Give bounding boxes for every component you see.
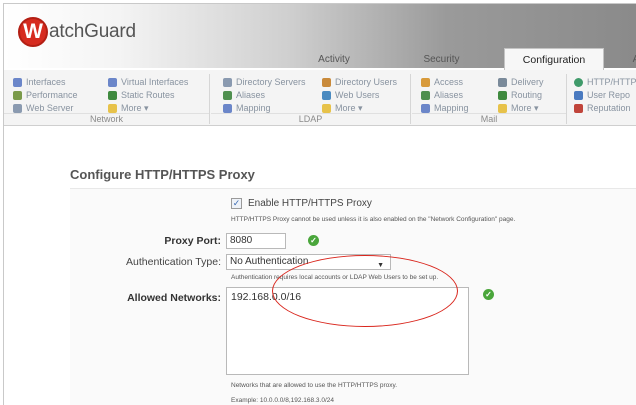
auth-type-select[interactable]: No Authentication ▼ (226, 254, 391, 270)
tab-activity[interactable]: Activity (294, 50, 374, 70)
ribbon-item-directory-servers[interactable]: Directory Servers (223, 76, 306, 89)
ribbon-group-label-ldap: LDAP (211, 113, 410, 124)
allowed-networks-textarea[interactable]: 192.168.0.0/16 (226, 287, 469, 375)
performance-icon (13, 91, 22, 100)
folder-icon (108, 104, 117, 113)
mapping-icon (223, 104, 232, 113)
enable-proxy-row: ✓ Enable HTTP/HTTPS Proxy (231, 198, 372, 209)
allowed-networks-note: Networks that are allowed to use the HTT… (231, 382, 398, 389)
ribbon-group-ldap: Directory Servers Aliases Mapping Direct… (211, 74, 411, 124)
delivery-icon (498, 78, 507, 87)
chevron-down-icon: ▼ (377, 262, 384, 269)
ribbon-item-mail-aliases[interactable]: Aliases (421, 89, 469, 102)
tab-configuration[interactable]: Configuration (504, 48, 604, 70)
ribbon-item-directory-users[interactable]: Directory Users (322, 76, 397, 89)
web-server-icon (13, 104, 22, 113)
mapping-icon (421, 104, 430, 113)
allowed-networks-example: Example: 10.0.0.0/8,192.168.3.0/24 (231, 397, 334, 404)
proxy-settings-panel: ✓ Enable HTTP/HTTPS Proxy HTTP/HTTPS Pro… (70, 188, 636, 405)
ribbon-item-static-routes[interactable]: Static Routes (108, 89, 188, 102)
ribbon-group-mail: Access Aliases Mapping Delivery Routing … (412, 74, 567, 124)
ribbon-group-proxy: HTTP/HTTPS Pr User Repo Reputation (568, 74, 636, 124)
page-title: Configure HTTP/HTTPS Proxy (70, 167, 255, 182)
static-routes-icon (108, 91, 117, 100)
folder-icon (498, 104, 507, 113)
main-content: Configure HTTP/HTTPS Proxy ✓ Enable HTTP… (4, 127, 636, 405)
virtual-interfaces-icon (108, 78, 117, 87)
ribbon-group-label-mail: Mail (412, 113, 566, 124)
enable-proxy-note: HTTP/HTTPS Proxy cannot be used unless i… (231, 216, 516, 223)
web-users-icon (322, 91, 331, 100)
ribbon-item-performance[interactable]: Performance (13, 89, 78, 102)
enable-proxy-checkbox[interactable]: ✓ (231, 198, 242, 209)
proxy-port-label: Proxy Port: (164, 235, 221, 247)
ribbon-item-routing[interactable]: Routing (498, 89, 544, 102)
allowed-networks-label: Allowed Networks: (127, 292, 221, 304)
access-icon (421, 78, 430, 87)
ribbon-item-access[interactable]: Access (421, 76, 469, 89)
aliases-icon (421, 91, 430, 100)
watchguard-logo: W atchGuard (18, 15, 136, 49)
ribbon-item-ldap-aliases[interactable]: Aliases (223, 89, 306, 102)
routing-icon (498, 91, 507, 100)
ribbon-toolbar: Interfaces Performance Web Server Virtua… (4, 70, 636, 126)
directory-users-icon (322, 78, 331, 87)
auth-type-label: Authentication Type: (126, 256, 221, 268)
ribbon-item-http-proxy[interactable]: HTTP/HTTPS Pr (574, 76, 636, 89)
main-tabs: Activity Security Configuration A (4, 48, 636, 70)
ribbon-item-web-users[interactable]: Web Users (322, 89, 397, 102)
proxy-port-input[interactable]: 8080 (226, 233, 286, 249)
aliases-icon (223, 91, 232, 100)
reputation-icon (574, 104, 583, 113)
directory-servers-icon (223, 78, 232, 87)
logo-mark: W (18, 17, 48, 47)
folder-icon (322, 104, 331, 113)
ribbon-item-interfaces[interactable]: Interfaces (13, 76, 78, 89)
app-window: W atchGuard Activity Security Configurat… (3, 3, 636, 405)
ribbon-group-label-network: Network (4, 113, 209, 124)
tab-security[interactable]: Security (404, 50, 479, 70)
auth-type-value: No Authentication (230, 256, 309, 267)
ribbon-item-delivery[interactable]: Delivery (498, 76, 544, 89)
ribbon-item-reputation[interactable]: Reputation (574, 102, 636, 115)
logo-text: atchGuard (49, 21, 136, 42)
ribbon-group-network: Interfaces Performance Web Server Virtua… (4, 74, 210, 124)
ribbon-item-user-reports[interactable]: User Repo (574, 89, 636, 102)
auth-type-note: Authentication requires local accounts o… (231, 274, 439, 281)
globe-icon (574, 78, 583, 87)
enable-proxy-label: Enable HTTP/HTTPS Proxy (248, 198, 372, 209)
bar-chart-icon (574, 91, 583, 100)
allowed-networks-valid-icon: ✓ (483, 289, 494, 300)
interfaces-icon (13, 78, 22, 87)
proxy-port-valid-icon: ✓ (308, 235, 319, 246)
tab-more[interactable]: A (616, 50, 636, 70)
ribbon-item-virtual-interfaces[interactable]: Virtual Interfaces (108, 76, 188, 89)
